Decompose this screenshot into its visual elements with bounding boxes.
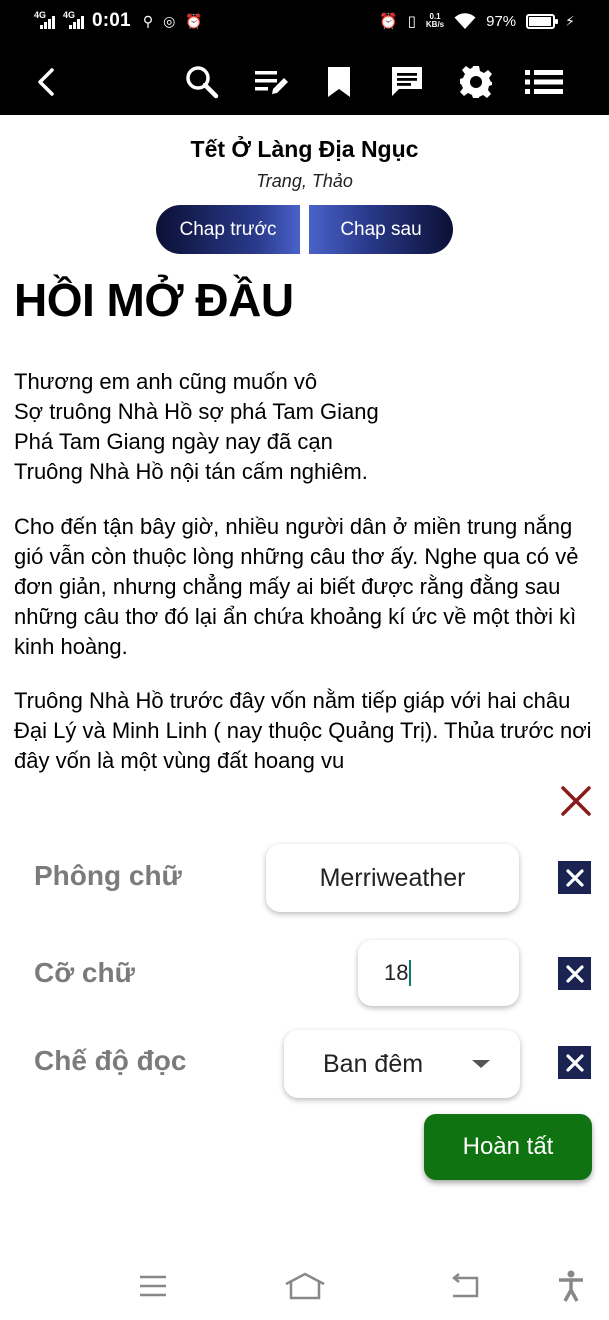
comment-icon[interactable] [385,60,429,104]
back-nav-icon[interactable] [442,1268,486,1304]
battery-percent: 97% [486,12,517,30]
reset-font-button[interactable] [558,861,591,894]
verse-line: Thương em anh cũng muốn vô [14,369,318,394]
home-icon[interactable] [283,1268,327,1304]
close-icon [565,964,584,983]
chapter-heading: HỒI MỞ ĐẦU [14,274,294,326]
network-type-2: 4G [63,10,76,20]
font-size-label: Cỡ chữ [34,957,135,988]
wifi-icon [454,12,476,29]
book-title: Tết Ở Làng Địa Ngục [190,136,419,162]
font-selector[interactable]: Merriweather [266,844,519,912]
network-type-1: 4G [34,10,47,20]
network-speed: 0.1 KB/s [425,12,445,29]
reading-mode-dropdown[interactable]: Ban đêm [284,1030,520,1098]
bookmark-icon[interactable] [317,60,361,104]
story-paragraph: Truông Nhà Hồ trước đây vốn nằm tiếp giá… [14,688,592,773]
font-label: Phông chữ [34,860,182,891]
gear-icon[interactable] [454,60,498,104]
alarm-clock-icon: ⏰ [378,13,398,30]
signal-icon-1: 4G [34,10,55,29]
close-icon[interactable] [558,783,594,819]
reset-size-button[interactable] [558,957,591,990]
close-icon [565,1053,584,1072]
search-icon[interactable] [180,60,224,104]
battery-icon [526,13,559,29]
reading-mode-value: Ban đêm [323,1049,424,1078]
reading-mode-label: Chế độ đọc [34,1045,187,1076]
previous-chapter-button[interactable]: Chap trước [156,205,300,254]
verse-line: Truông Nhà Hồ nội tán cấm nghiêm. [14,459,368,484]
back-icon[interactable] [25,60,69,104]
signal-icon-2: 4G [63,10,84,29]
dropdown-caret-icon [472,1060,490,1068]
edit-list-icon[interactable] [249,60,293,104]
text-cursor [409,960,412,986]
reset-mode-button[interactable] [558,1046,591,1079]
status-right: ⏰ ▯ 0.1 KB/s 97% ⚡ [378,12,575,31]
status-left: 4G 4G 0:01 ⚲ ◎ ⏰ [34,10,203,32]
usb-icon: ⚲ [142,12,154,29]
alarm-icon: ⏰ [185,12,203,29]
story-paragraph: Cho đến tận bây giờ, nhiều người dân ở m… [14,514,579,659]
status-bar: 4G 4G 0:01 ⚲ ◎ ⏰ ⏰ ▯ 0.1 KB/s 97% ⚡ [0,0,609,47]
status-time: 0:01 [92,10,131,31]
book-author: Trang, Thảo [256,171,353,191]
close-icon [565,868,584,887]
menu-icon[interactable] [131,1268,175,1304]
font-size-input[interactable]: 18 [358,940,519,1006]
done-button[interactable]: Hoàn tất [424,1114,592,1180]
verse-line: Phá Tam Giang ngày nay đã cạn [14,429,333,454]
instagram-icon: ◎ [163,12,176,29]
next-chapter-button[interactable]: Chap sau [309,205,453,254]
vibrate-icon: ▯ [407,13,416,30]
verse-line: Sợ truông Nhà Hồ sợ phá Tam Giang [14,399,379,424]
accessibility-icon[interactable] [549,1268,593,1304]
app-toolbar [0,47,609,115]
list-icon[interactable] [522,60,566,104]
verse-paragraph: Thương em anh cũng muốn vô Sợ truông Nhà… [14,367,604,487]
charging-icon: ⚡ [565,12,575,29]
font-size-value: 18 [384,960,409,985]
system-nav-bar [0,1250,609,1320]
